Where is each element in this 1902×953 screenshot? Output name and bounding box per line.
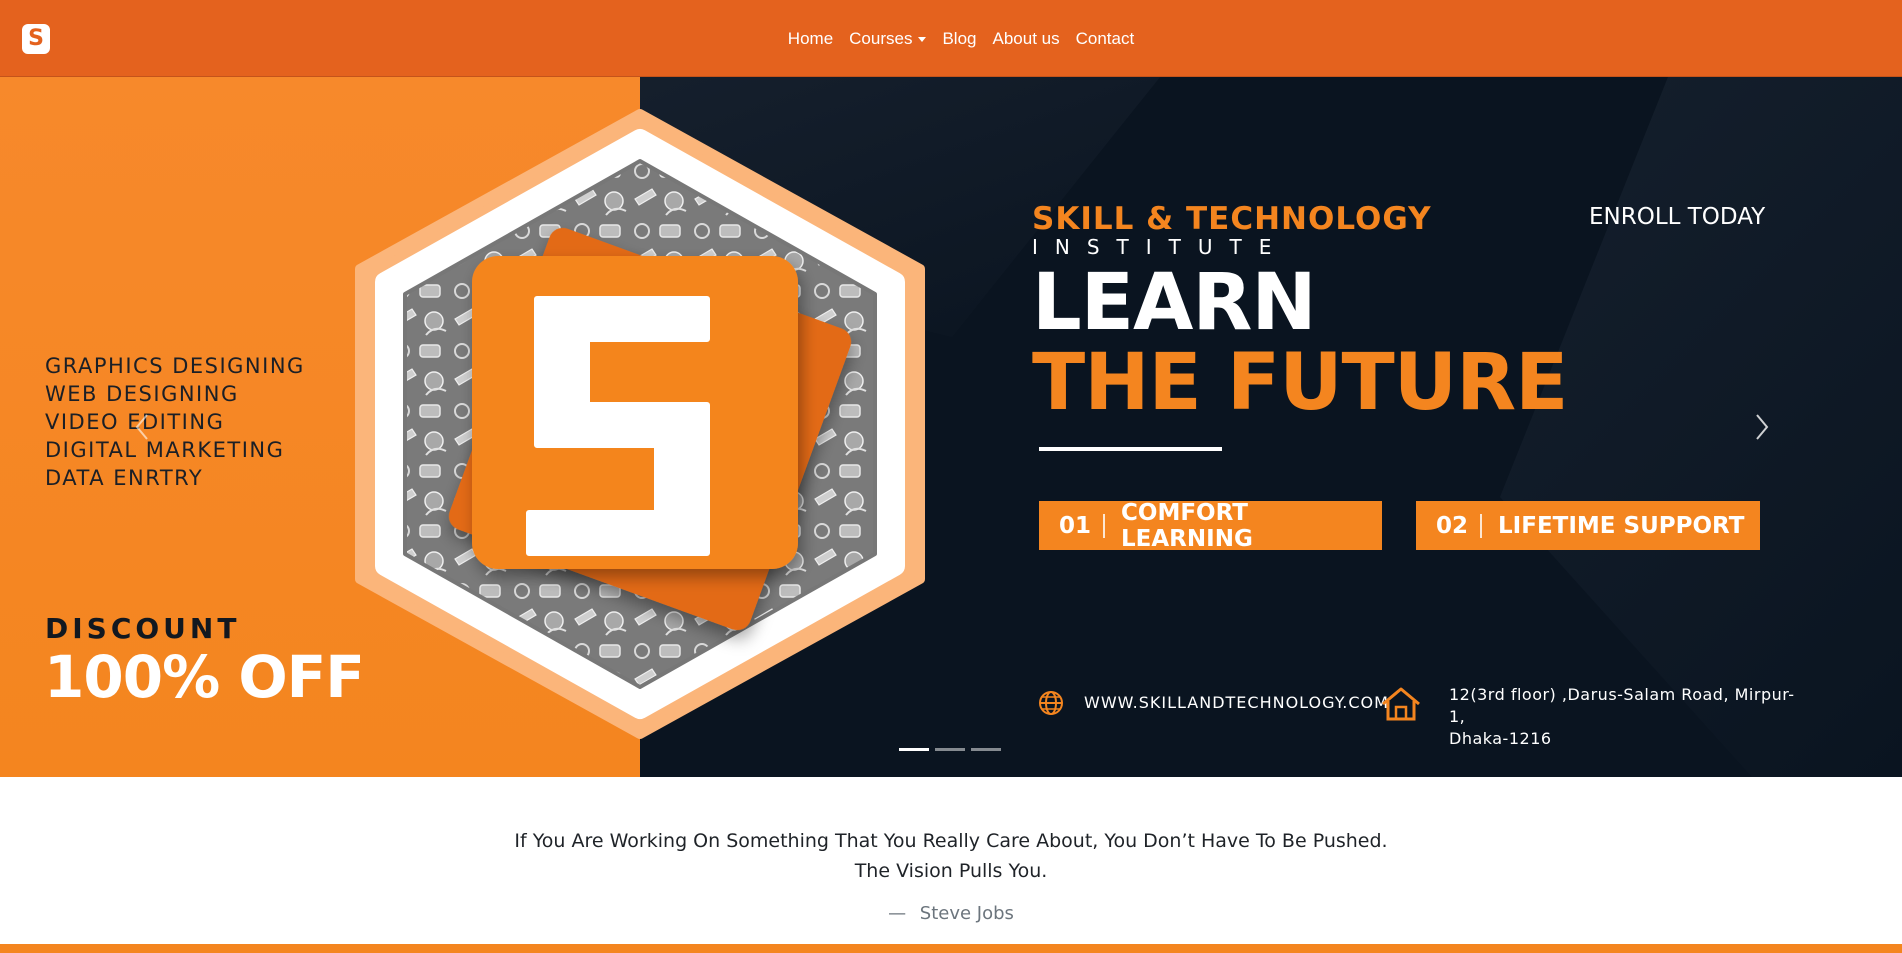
institute-subtitle: INSTITUTE xyxy=(1032,235,1289,259)
quote-author-name: Steve Jobs xyxy=(919,903,1014,924)
navbar: S Home Courses Blog About us Contact xyxy=(0,0,1902,77)
feature-number: 02 xyxy=(1416,513,1483,538)
hexagon-logo-svg xyxy=(355,109,925,739)
feature-number: 01 xyxy=(1039,513,1106,538)
hero-carousel: GRAPHICS DESIGNING WEB DESIGNING VIDEO E… xyxy=(0,77,1902,777)
quote-text: If You Are Working On Something That You… xyxy=(0,826,1902,886)
nav-blog[interactable]: Blog xyxy=(942,29,976,49)
caret-down-icon xyxy=(918,37,927,42)
nav-courses-dropdown[interactable]: Courses xyxy=(849,28,927,49)
carousel-indicators xyxy=(899,748,1001,751)
hexagon-logo-graphic xyxy=(330,99,950,749)
address-line: 12(3rd floor) ,Darus-Salam Road, Mirpur-… xyxy=(1449,685,1795,726)
course-list: GRAPHICS DESIGNING WEB DESIGNING VIDEO E… xyxy=(45,352,305,492)
address-line: Dhaka-1216 xyxy=(1449,729,1552,748)
globe-icon xyxy=(1037,689,1065,721)
nav-home[interactable]: Home xyxy=(788,29,833,49)
feature-label: LIFETIME SUPPORT xyxy=(1498,512,1745,539)
quote-dash: — xyxy=(888,903,907,924)
quote-line: If You Are Working On Something That You… xyxy=(514,830,1388,852)
footer-band xyxy=(0,944,1902,953)
institute-name: SKILL & TECHNOLOGY xyxy=(1032,201,1432,237)
address: 12(3rd floor) ,Darus-Salam Road, Mirpur-… xyxy=(1449,684,1799,750)
carousel-indicator[interactable] xyxy=(971,748,1001,751)
chevron-right-icon xyxy=(1756,414,1769,440)
enroll-today: ENROLL TODAY xyxy=(1589,204,1766,230)
course-item: DATA ENRTRY xyxy=(45,466,204,490)
discount-label: DISCOUNT xyxy=(45,612,241,645)
chevron-left-icon xyxy=(135,414,148,440)
feature-label: COMFORT LEARNING xyxy=(1121,499,1253,552)
carousel-indicator[interactable] xyxy=(899,748,929,751)
headline-block: SKILL & TECHNOLOGY INSTITUTE LEARN THE F… xyxy=(1032,201,1568,428)
nav-about[interactable]: About us xyxy=(993,29,1060,49)
course-item: DIGITAL MARKETING xyxy=(45,438,285,462)
headline-underline xyxy=(1039,447,1222,451)
course-item: GRAPHICS DESIGNING xyxy=(45,354,305,378)
nav-contact[interactable]: Contact xyxy=(1076,29,1135,49)
home-icon xyxy=(1380,685,1422,727)
headline-future: THE FUTURE xyxy=(1032,338,1568,428)
nav-courses-label: Courses xyxy=(849,28,913,48)
carousel-indicator[interactable] xyxy=(935,748,965,751)
carousel-next-button[interactable] xyxy=(1742,397,1782,457)
feature-comfort-learning: 01 COMFORT LEARNING xyxy=(1039,499,1382,552)
website-url: WWW.SKILLANDTECHNOLOGY.COM xyxy=(1084,693,1389,712)
quote-line: The Vision Pulls You. xyxy=(854,860,1048,882)
carousel-prev-button[interactable] xyxy=(122,397,162,457)
discount-value: 100% OFF xyxy=(44,643,365,711)
course-item: VIDEO EDITING xyxy=(45,410,225,434)
quote-author: — Steve Jobs xyxy=(0,903,1902,924)
course-item: WEB DESIGNING xyxy=(45,382,239,406)
headline-learn: LEARN xyxy=(1032,258,1317,348)
nav-menu: Home Courses Blog About us Contact xyxy=(0,0,1902,77)
feature-lifetime-support: 02 LIFETIME SUPPORT xyxy=(1416,501,1760,550)
